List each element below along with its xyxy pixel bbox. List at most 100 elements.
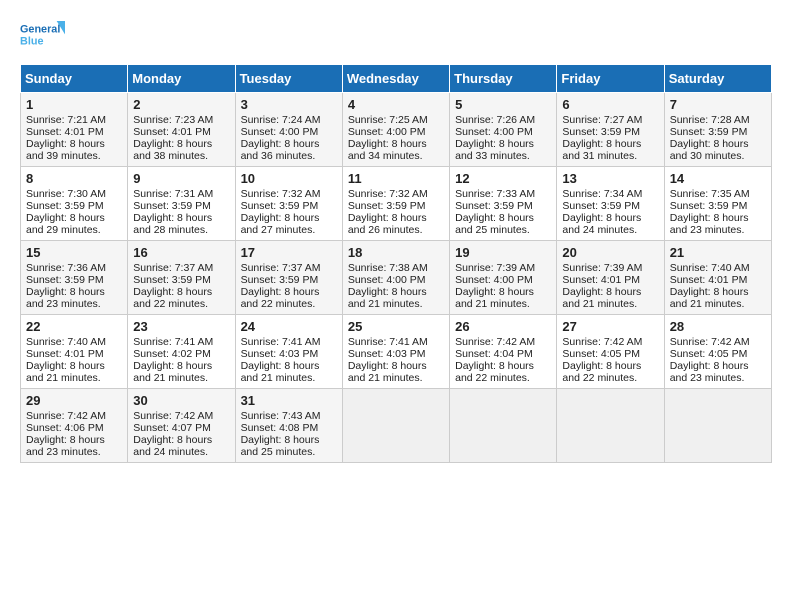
sunset-label: Sunset: 3:59 PM [241, 200, 319, 212]
day-number: 3 [241, 97, 337, 112]
day-number: 9 [133, 171, 229, 186]
sunrise-label: Sunrise: 7:34 AM [562, 188, 642, 200]
sunrise-label: Sunrise: 7:24 AM [241, 114, 321, 126]
day-number: 28 [670, 319, 766, 334]
day-number: 2 [133, 97, 229, 112]
sunset-label: Sunset: 4:00 PM [455, 274, 533, 286]
day-number: 23 [133, 319, 229, 334]
calendar-header-sunday: Sunday [21, 65, 128, 93]
daylight-label: Daylight: 8 hours and 36 minutes. [241, 138, 320, 162]
day-number: 20 [562, 245, 658, 260]
day-number: 27 [562, 319, 658, 334]
calendar-cell: 11 Sunrise: 7:32 AM Sunset: 3:59 PM Dayl… [342, 167, 449, 241]
daylight-label: Daylight: 8 hours and 21 minutes. [241, 360, 320, 384]
calendar-header-saturday: Saturday [664, 65, 771, 93]
day-number: 16 [133, 245, 229, 260]
daylight-label: Daylight: 8 hours and 21 minutes. [133, 360, 212, 384]
logo-svg: General Blue [20, 16, 70, 56]
day-number: 7 [670, 97, 766, 112]
calendar-header-row: SundayMondayTuesdayWednesdayThursdayFrid… [21, 65, 772, 93]
calendar-header-thursday: Thursday [450, 65, 557, 93]
sunset-label: Sunset: 3:59 PM [670, 126, 748, 138]
sunset-label: Sunset: 4:01 PM [26, 126, 104, 138]
day-number: 1 [26, 97, 122, 112]
calendar-cell: 18 Sunrise: 7:38 AM Sunset: 4:00 PM Dayl… [342, 241, 449, 315]
calendar-cell: 1 Sunrise: 7:21 AM Sunset: 4:01 PM Dayli… [21, 93, 128, 167]
sunset-label: Sunset: 3:59 PM [348, 200, 426, 212]
daylight-label: Daylight: 8 hours and 31 minutes. [562, 138, 641, 162]
sunset-label: Sunset: 4:03 PM [241, 348, 319, 360]
calendar-week-row: 1 Sunrise: 7:21 AM Sunset: 4:01 PM Dayli… [21, 93, 772, 167]
logo: General Blue [20, 16, 70, 56]
sunset-label: Sunset: 3:59 PM [241, 274, 319, 286]
sunrise-label: Sunrise: 7:41 AM [348, 336, 428, 348]
calendar-cell: 19 Sunrise: 7:39 AM Sunset: 4:00 PM Dayl… [450, 241, 557, 315]
sunset-label: Sunset: 3:59 PM [455, 200, 533, 212]
daylight-label: Daylight: 8 hours and 21 minutes. [348, 286, 427, 310]
sunrise-label: Sunrise: 7:42 AM [562, 336, 642, 348]
day-number: 4 [348, 97, 444, 112]
sunrise-label: Sunrise: 7:38 AM [348, 262, 428, 274]
calendar-cell: 7 Sunrise: 7:28 AM Sunset: 3:59 PM Dayli… [664, 93, 771, 167]
sunrise-label: Sunrise: 7:23 AM [133, 114, 213, 126]
day-number: 8 [26, 171, 122, 186]
day-number: 19 [455, 245, 551, 260]
sunset-label: Sunset: 4:00 PM [348, 274, 426, 286]
daylight-label: Daylight: 8 hours and 27 minutes. [241, 212, 320, 236]
day-number: 22 [26, 319, 122, 334]
sunset-label: Sunset: 4:07 PM [133, 422, 211, 434]
calendar-cell: 17 Sunrise: 7:37 AM Sunset: 3:59 PM Dayl… [235, 241, 342, 315]
calendar-cell: 23 Sunrise: 7:41 AM Sunset: 4:02 PM Dayl… [128, 315, 235, 389]
calendar-cell: 9 Sunrise: 7:31 AM Sunset: 3:59 PM Dayli… [128, 167, 235, 241]
calendar-cell: 28 Sunrise: 7:42 AM Sunset: 4:05 PM Dayl… [664, 315, 771, 389]
sunset-label: Sunset: 4:08 PM [241, 422, 319, 434]
daylight-label: Daylight: 8 hours and 21 minutes. [348, 360, 427, 384]
svg-text:General: General [20, 24, 60, 36]
daylight-label: Daylight: 8 hours and 21 minutes. [26, 360, 105, 384]
sunset-label: Sunset: 4:06 PM [26, 422, 104, 434]
daylight-label: Daylight: 8 hours and 34 minutes. [348, 138, 427, 162]
daylight-label: Daylight: 8 hours and 22 minutes. [455, 360, 534, 384]
sunset-label: Sunset: 4:05 PM [562, 348, 640, 360]
sunrise-label: Sunrise: 7:35 AM [670, 188, 750, 200]
calendar-cell: 4 Sunrise: 7:25 AM Sunset: 4:00 PM Dayli… [342, 93, 449, 167]
sunrise-label: Sunrise: 7:42 AM [26, 410, 106, 422]
sunrise-label: Sunrise: 7:40 AM [670, 262, 750, 274]
calendar-cell: 15 Sunrise: 7:36 AM Sunset: 3:59 PM Dayl… [21, 241, 128, 315]
calendar-cell: 22 Sunrise: 7:40 AM Sunset: 4:01 PM Dayl… [21, 315, 128, 389]
sunrise-label: Sunrise: 7:39 AM [455, 262, 535, 274]
calendar-header-tuesday: Tuesday [235, 65, 342, 93]
sunrise-label: Sunrise: 7:36 AM [26, 262, 106, 274]
sunrise-label: Sunrise: 7:32 AM [241, 188, 321, 200]
day-number: 12 [455, 171, 551, 186]
day-number: 24 [241, 319, 337, 334]
sunrise-label: Sunrise: 7:42 AM [455, 336, 535, 348]
calendar-header-monday: Monday [128, 65, 235, 93]
sunrise-label: Sunrise: 7:40 AM [26, 336, 106, 348]
calendar-cell [342, 389, 449, 463]
daylight-label: Daylight: 8 hours and 39 minutes. [26, 138, 105, 162]
sunset-label: Sunset: 4:02 PM [133, 348, 211, 360]
calendar-header-wednesday: Wednesday [342, 65, 449, 93]
sunset-label: Sunset: 3:59 PM [133, 274, 211, 286]
day-number: 21 [670, 245, 766, 260]
sunrise-label: Sunrise: 7:27 AM [562, 114, 642, 126]
calendar-cell [557, 389, 664, 463]
daylight-label: Daylight: 8 hours and 23 minutes. [670, 212, 749, 236]
calendar-week-row: 15 Sunrise: 7:36 AM Sunset: 3:59 PM Dayl… [21, 241, 772, 315]
sunset-label: Sunset: 3:59 PM [133, 200, 211, 212]
sunrise-label: Sunrise: 7:28 AM [670, 114, 750, 126]
daylight-label: Daylight: 8 hours and 24 minutes. [133, 434, 212, 458]
calendar-cell: 13 Sunrise: 7:34 AM Sunset: 3:59 PM Dayl… [557, 167, 664, 241]
page-header: General Blue [20, 16, 772, 56]
sunrise-label: Sunrise: 7:30 AM [26, 188, 106, 200]
daylight-label: Daylight: 8 hours and 38 minutes. [133, 138, 212, 162]
calendar-cell: 24 Sunrise: 7:41 AM Sunset: 4:03 PM Dayl… [235, 315, 342, 389]
day-number: 29 [26, 393, 122, 408]
calendar-cell: 29 Sunrise: 7:42 AM Sunset: 4:06 PM Dayl… [21, 389, 128, 463]
calendar-body: 1 Sunrise: 7:21 AM Sunset: 4:01 PM Dayli… [21, 93, 772, 463]
day-number: 26 [455, 319, 551, 334]
day-number: 13 [562, 171, 658, 186]
sunset-label: Sunset: 4:05 PM [670, 348, 748, 360]
sunset-label: Sunset: 4:00 PM [348, 126, 426, 138]
